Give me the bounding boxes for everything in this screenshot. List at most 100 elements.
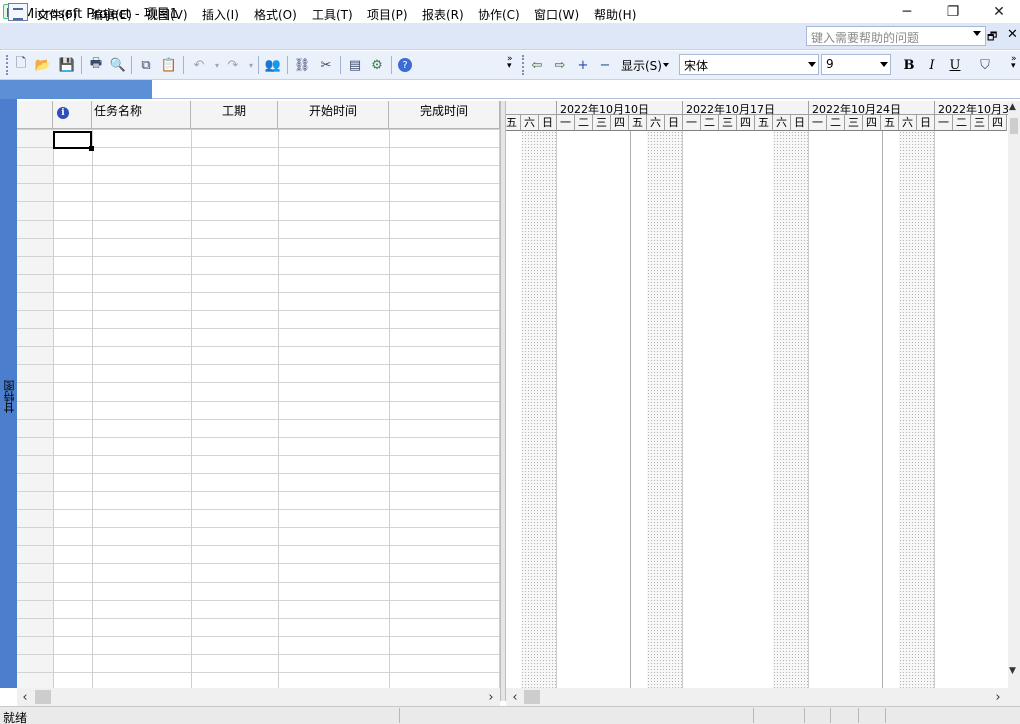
table-row-line — [17, 672, 500, 673]
scroll-down-icon[interactable]: ▼ — [1009, 666, 1016, 676]
document-restore-icon[interactable]: 🗗 — [987, 28, 997, 47]
entry-bar-status — [0, 80, 152, 99]
task-table[interactable]: i 任务名称 工期 开始时间 完成时间 — [17, 101, 500, 688]
gantt-scroll-left-icon[interactable]: ‹ — [508, 688, 522, 706]
column-header-start[interactable]: 开始时间 — [278, 101, 389, 129]
gantt-scroll-thumb[interactable] — [524, 690, 540, 704]
menu-help[interactable]: 帮助(H) — [592, 5, 638, 24]
menu-insert[interactable]: 插入(I) — [200, 5, 241, 24]
redo-icon[interactable]: ↷ — [224, 56, 242, 74]
vertical-scrollbar[interactable] — [1008, 101, 1020, 688]
table-scroll-left-icon[interactable]: ‹ — [18, 688, 32, 706]
status-separator — [399, 708, 400, 723]
menu-window[interactable]: 窗口(W) — [532, 5, 581, 24]
print-icon[interactable]: 🖶 — [87, 56, 105, 74]
table-scroll-thumb[interactable] — [35, 690, 51, 704]
table-row-line — [17, 274, 500, 275]
column-header-task-name[interactable]: 任务名称 — [92, 101, 191, 129]
table-column-line — [92, 129, 93, 688]
status-separator — [804, 708, 805, 723]
menu-edit[interactable]: 编辑(E) — [89, 5, 134, 24]
toolbar-options-icon[interactable]: » ▾ — [507, 55, 513, 71]
week-boundary-line — [556, 131, 557, 688]
underline-button[interactable]: U — [946, 56, 964, 74]
gantt-chart[interactable]: 日2022年10月10日2022年10月17日2022年10月24日2022年1… — [506, 101, 1008, 688]
show-outline-button[interactable]: 显示(S) — [621, 57, 662, 74]
show-subtasks-icon[interactable]: + — [574, 56, 592, 74]
menu-collaborate[interactable]: 协作(C) — [476, 5, 522, 24]
table-row-line — [17, 473, 500, 474]
toolbar-grip[interactable] — [6, 55, 9, 75]
close-button[interactable]: ✕ — [976, 0, 1020, 23]
show-dropdown-icon[interactable] — [663, 63, 669, 67]
document-close-icon[interactable]: ✕ — [1007, 27, 1018, 42]
column-label: 任务名称 — [94, 104, 143, 118]
menu-report[interactable]: 报表(R) — [420, 5, 466, 24]
open-folder-icon[interactable]: 📂 — [34, 56, 52, 74]
table-row-line — [17, 509, 500, 510]
font-size-dropdown-icon[interactable] — [880, 62, 888, 67]
timescale-day: 三 — [971, 115, 989, 131]
timescale-week: 2022年10月24日 — [809, 101, 935, 116]
bold-button[interactable]: B — [900, 56, 918, 74]
document-menu-icon[interactable] — [8, 3, 28, 21]
formatting-toolbar-options-icon[interactable]: » ▾ — [1011, 55, 1017, 71]
menu-project[interactable]: 项目(P) — [365, 5, 410, 24]
save-icon[interactable]: 💾 — [58, 56, 76, 74]
assign-resources-icon[interactable]: 👥 — [264, 56, 282, 74]
table-row-line — [17, 545, 500, 546]
column-header-finish[interactable]: 完成时间 — [389, 101, 500, 129]
hide-subtasks-icon[interactable]: − — [596, 56, 614, 74]
menu-view[interactable]: 视图(V) — [144, 5, 190, 24]
scroll-left-icon[interactable]: ⇦ — [528, 56, 546, 74]
help-search-input[interactable]: 键入需要帮助的问题 — [806, 26, 986, 46]
menu-file[interactable]: 文件(F) — [35, 5, 79, 24]
column-label: 工期 — [221, 104, 246, 118]
copy-icon[interactable]: ⧉ — [137, 56, 155, 74]
paste-icon[interactable]: 📋 — [160, 56, 178, 74]
timescale-day: 五 — [881, 115, 899, 131]
scroll-up-icon[interactable]: ▲ — [1009, 102, 1016, 112]
menu-tools[interactable]: 工具(T) — [310, 5, 355, 24]
toolbar-grip[interactable] — [522, 55, 525, 75]
minimize-button[interactable]: ─ — [884, 0, 930, 23]
filter-icon[interactable]: ⛉ — [976, 56, 994, 74]
task-information-icon[interactable]: ▤ — [346, 56, 364, 74]
table-row-line — [17, 382, 500, 383]
table-horizontal-scrollbar[interactable] — [17, 688, 500, 706]
print-preview-icon[interactable]: 🔍 — [109, 56, 127, 74]
gantt-scroll-right-icon[interactable]: › — [991, 688, 1005, 706]
font-size-value: 9 — [826, 57, 834, 71]
week-boundary-line — [808, 131, 809, 688]
font-name-dropdown-icon[interactable] — [808, 62, 816, 67]
timescale-day: 四 — [863, 115, 881, 131]
help-search-placeholder: 键入需要帮助的问题 — [811, 31, 920, 45]
split-task-icon[interactable]: ✂ — [317, 56, 335, 74]
italic-button[interactable]: I — [923, 56, 941, 74]
table-scroll-right-icon[interactable]: › — [484, 688, 498, 706]
status-separator — [885, 708, 886, 723]
toolbar-separator — [287, 56, 288, 74]
resource-sharing-icon[interactable]: ⚙ — [368, 56, 386, 74]
column-header-duration[interactable]: 工期 — [191, 101, 278, 129]
column-label: 开始时间 — [308, 104, 357, 118]
gantt-horizontal-scrollbar[interactable] — [506, 688, 1020, 706]
font-name-select[interactable]: 宋体 — [679, 54, 819, 75]
select-all-corner[interactable] — [17, 101, 53, 129]
vertical-scroll-thumb[interactable] — [1010, 118, 1018, 134]
help-icon[interactable]: ? — [398, 58, 412, 72]
column-label: 完成时间 — [419, 104, 468, 118]
help-dropdown-icon[interactable] — [973, 31, 981, 36]
new-file-icon[interactable]: 🗋 — [12, 56, 30, 74]
link-tasks-icon[interactable]: ⛓ — [293, 56, 311, 74]
menu-format[interactable]: 格式(O) — [252, 5, 299, 24]
restore-button[interactable]: ❐ — [930, 0, 976, 23]
active-cell[interactable] — [53, 131, 94, 151]
undo-icon[interactable]: ↶ — [190, 56, 208, 74]
timescale-day: 五 — [629, 115, 647, 131]
table-row-line — [17, 527, 500, 528]
timescale-week: 日 — [506, 101, 557, 115]
scroll-right-icon[interactable]: ⇨ — [551, 56, 569, 74]
info-icon: i — [57, 107, 69, 119]
entry-bar-input[interactable] — [152, 80, 1020, 99]
